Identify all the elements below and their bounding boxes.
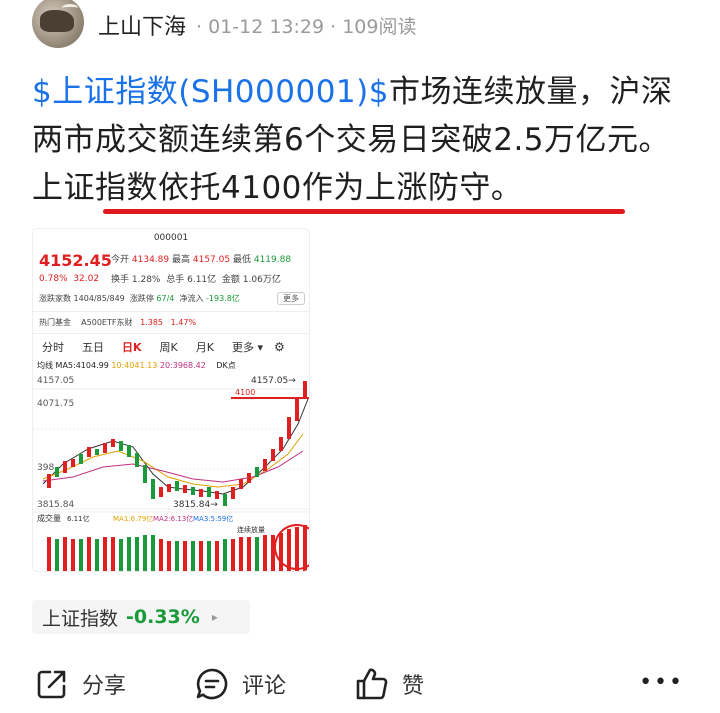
- volume-ma2: MA2:6.13亿: [153, 514, 193, 523]
- comment-button[interactable]: 评论: [194, 660, 286, 708]
- q-label: 涨跌家数: [39, 294, 71, 303]
- q-label: 最高: [171, 255, 190, 265]
- comment-icon: [196, 668, 228, 700]
- like-button[interactable]: 赞: [354, 660, 424, 708]
- quote-row-3: 涨跌家数 1404/85/849 涨跌停 67/4 净流入 -193.8亿: [39, 293, 240, 304]
- bull-image: [40, 10, 74, 32]
- post-text-2: 上证指数依托4100作为上涨防守。: [32, 170, 523, 206]
- q-label: 最低: [232, 255, 251, 265]
- share-icon: [37, 670, 66, 699]
- q-value: 4134.89: [131, 255, 170, 265]
- quote-row-2: 换手 1.28% 总手 6.11亿 金额 1.06万亿: [111, 272, 281, 285]
- tab-five-day[interactable]: 五日: [73, 339, 113, 355]
- more-options-icon[interactable]: •••: [639, 670, 684, 695]
- volume-bars: [47, 525, 307, 571]
- index-change: 0.78% 32.02: [39, 274, 99, 284]
- comment-label: 评论: [242, 674, 287, 699]
- q-label: 涨跌停: [129, 294, 154, 303]
- tab-intraday[interactable]: 分时: [33, 339, 73, 355]
- tab-monthly-k[interactable]: 月K: [187, 339, 223, 355]
- change-pct: 0.78%: [39, 274, 68, 284]
- level-label-4100: 4100: [235, 388, 255, 397]
- q-value: 1.28%: [131, 275, 161, 285]
- avatar[interactable]: [32, 0, 84, 48]
- ma5-line: [42, 398, 309, 495]
- q-label: 今开: [111, 255, 130, 265]
- volume-ma3: MA3:5.59亿: [193, 514, 233, 523]
- chip-stock-pct: -0.33%: [126, 606, 200, 628]
- settings-icon[interactable]: ⚙: [274, 340, 285, 354]
- volume-label: 成交量: [37, 513, 61, 523]
- chip-stock-name: 上证指数: [42, 607, 119, 630]
- post-header: 上山下海 · 01-12 13:29 · 109阅读: [32, 0, 692, 50]
- action-bar: 分享 评论 赞 •••: [0, 660, 720, 708]
- q-value: -193.8亿: [206, 294, 240, 303]
- divider: [33, 311, 309, 312]
- q-value: 1.06万亿: [242, 275, 281, 285]
- chart-screenshot[interactable]: 000001 4152.45 0.78% 32.02 今开 4134.89 最高…: [32, 228, 310, 572]
- thumbs-up-icon: [356, 668, 388, 700]
- stock-chip[interactable]: 上证指数 -0.33% ▸: [32, 600, 250, 634]
- volume-ma1: MA1:6.79亿: [113, 514, 153, 523]
- q-label: 净流入: [179, 294, 204, 303]
- change-val: 32.02: [73, 274, 100, 284]
- fund-name: A500ETF东财: [81, 318, 133, 327]
- bull-horn: [62, 4, 78, 12]
- tab-weekly-k[interactable]: 周K: [151, 339, 187, 355]
- volume-val: 6.11亿: [67, 514, 90, 523]
- index-price: 4152.45: [39, 251, 112, 270]
- q-label: 总手: [166, 275, 185, 285]
- stock-code: 000001: [153, 233, 189, 243]
- stock-link[interactable]: $上证指数(SH000001)$: [32, 74, 389, 110]
- y-tick-low1: 398: [37, 463, 54, 473]
- quote-more-button[interactable]: 更多: [277, 292, 305, 305]
- fund-pct: 1.47%: [170, 318, 197, 327]
- candles: [47, 381, 307, 506]
- post-meta: · 01-12 13:29 · 109阅读: [196, 15, 417, 38]
- high-label: 4157.05→: [251, 376, 296, 386]
- q-value: 4157.05: [192, 255, 231, 265]
- chevron-right-icon: ▸: [211, 610, 218, 624]
- fund-label: 热门基金: [39, 318, 71, 327]
- fund-row[interactable]: 热门基金 A500ETF东财 1.385 1.47%: [39, 317, 196, 328]
- q-value: 67/4: [156, 294, 175, 303]
- quote-row-1: 今开 4134.89 最高 4157.05 最低 4119.88: [111, 252, 291, 265]
- tab-more[interactable]: 更多 ▾: [223, 339, 272, 355]
- share-label: 分享: [82, 674, 127, 699]
- post-body: $上证指数(SH000001)$市场连续放量，沪深两市成交额连续第6个交易日突破…: [32, 68, 692, 212]
- q-value: 6.11亿: [187, 275, 217, 285]
- tab-daily-k[interactable]: 日K: [113, 339, 151, 355]
- share-button[interactable]: 分享: [34, 660, 126, 708]
- low-label: 3815.84→: [173, 500, 218, 510]
- q-value: 4119.88: [253, 255, 292, 265]
- chart-tabs: 分时 五日 日K 周K 月K 更多 ▾ ⚙: [33, 337, 309, 357]
- y-tick-mid: 4071.75: [37, 399, 74, 409]
- volume-note: 连续放量: [237, 525, 265, 534]
- author-name[interactable]: 上山下海: [98, 9, 186, 41]
- divider: [33, 333, 309, 334]
- y-tick-top: 4157.05: [37, 376, 74, 386]
- kline-chart: 4157.05 4071.75 398 3815.84 4100 4157.05…: [33, 376, 309, 571]
- red-underline: [103, 209, 625, 214]
- y-tick-low2: 3815.84: [37, 500, 74, 510]
- fund-price: 1.385: [140, 318, 164, 327]
- q-value: 1404/85/849: [73, 294, 125, 303]
- like-label: 赞: [402, 674, 425, 699]
- q-label: 换手: [111, 275, 130, 285]
- q-label: 金额: [221, 275, 240, 285]
